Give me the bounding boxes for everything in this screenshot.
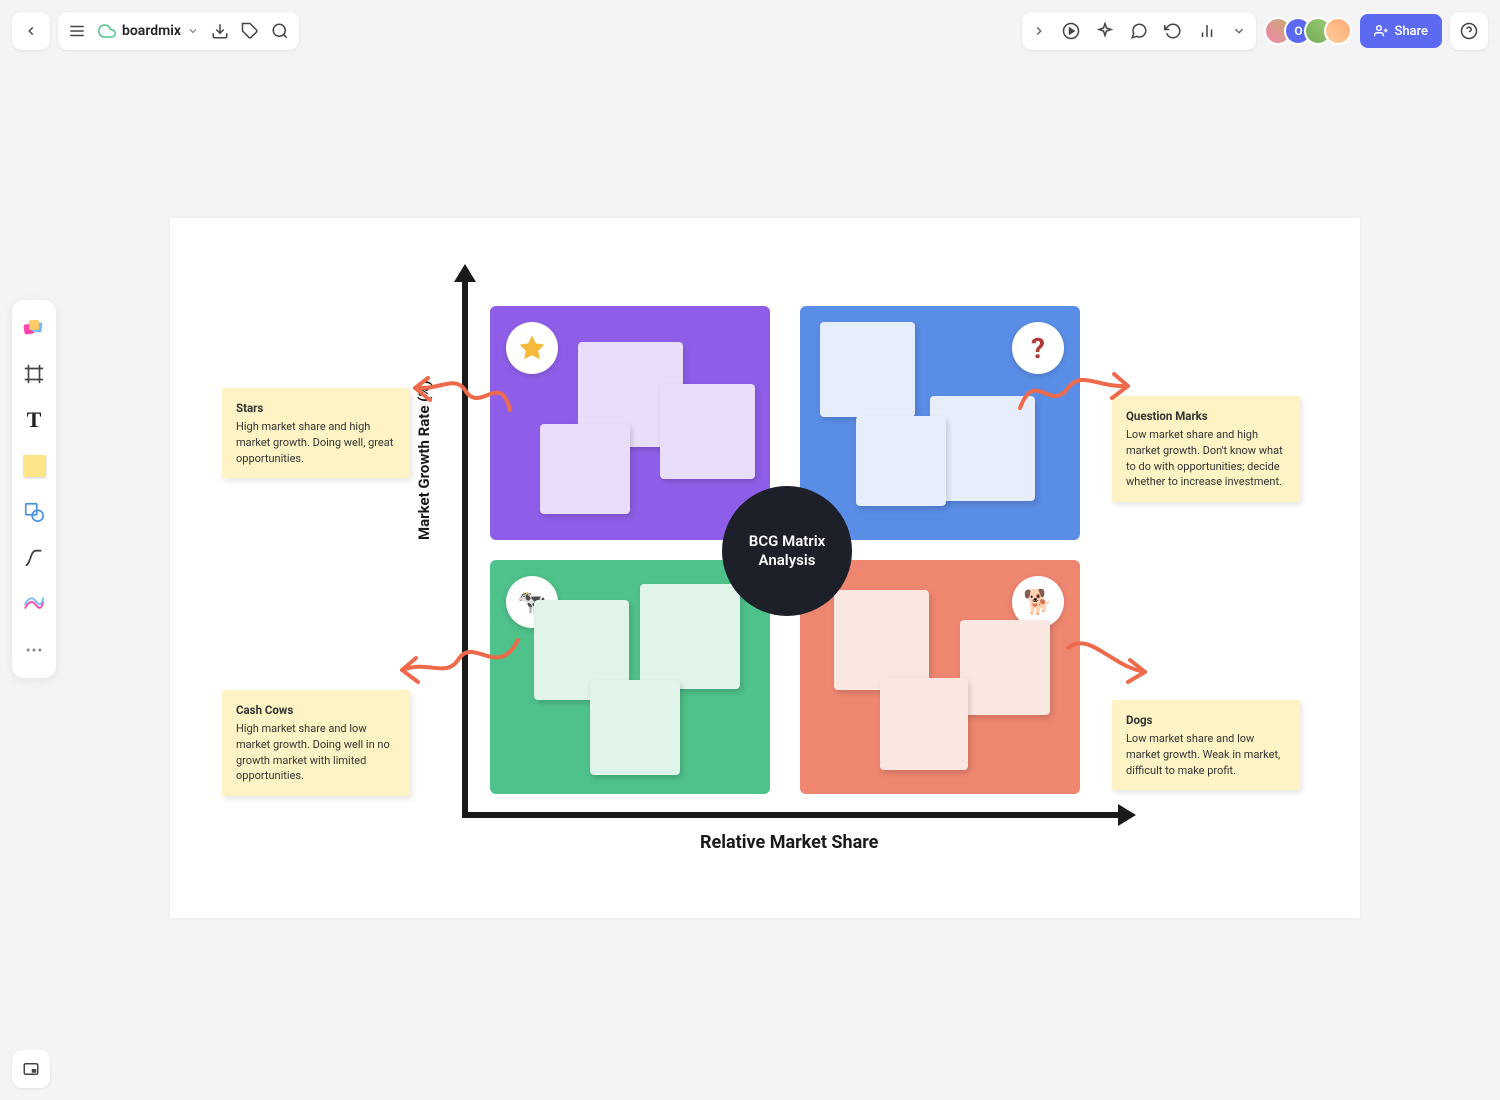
tool-pen[interactable] [18,588,50,620]
back-button[interactable] [12,12,50,50]
sticky-note[interactable] [660,384,755,479]
annotation-question-marks[interactable]: Question Marks Low market share and high… [1112,396,1300,502]
topbar-right-group [1022,12,1256,50]
brand[interactable]: boardmix [98,22,199,40]
share-button[interactable]: Share [1360,14,1442,48]
app-name: boardmix [122,23,181,39]
download-button[interactable] [211,22,229,40]
tool-shape[interactable] [18,496,50,528]
avatar[interactable] [1324,17,1352,45]
x-axis-label: Relative Market Share [700,832,878,853]
topbar-right: O Share [1022,12,1488,50]
sticky-note[interactable] [590,680,680,775]
collaborator-avatars[interactable]: O [1264,17,1352,45]
minimap-button[interactable] [12,1050,50,1088]
topbar-main-group: boardmix [58,12,299,50]
sticky-note[interactable] [820,322,915,417]
sticky-note[interactable] [960,620,1050,715]
play-icon[interactable] [1062,22,1080,40]
center-title: BCG Matrix Analysis [722,486,852,616]
sticky-note[interactable] [640,584,740,689]
sticky-note[interactable] [540,424,630,514]
annotation-cash-cows[interactable]: Cash Cows High market share and low mark… [222,690,410,796]
history-icon[interactable] [1164,22,1182,40]
bottom-left [12,1050,50,1088]
tool-more[interactable] [18,634,50,666]
tool-sticky-note[interactable] [18,450,50,482]
sticky-note[interactable] [834,590,929,690]
star-icon [506,322,558,374]
share-label: Share [1394,24,1428,39]
quadrant-question-marks[interactable]: ? [800,306,1080,540]
tool-connector[interactable] [18,542,50,574]
question-icon: ? [1012,322,1064,374]
quadrant-stars[interactable] [490,306,770,540]
quadrant-cash-cows[interactable]: 🐄 [490,560,770,794]
help-button[interactable] [1450,12,1488,50]
annotation-title: Stars [236,400,396,417]
y-axis [462,278,468,812]
search-button[interactable] [271,22,289,40]
annotation-dogs[interactable]: Dogs Low market share and low market gro… [1112,700,1300,790]
chevron-down-icon[interactable] [1232,24,1246,38]
chevron-down-icon [187,25,199,37]
annotation-desc: High market share and high market growth… [236,420,393,465]
tag-button[interactable] [241,22,259,40]
sparkle-icon[interactable] [1096,22,1114,40]
quadrant-dogs[interactable]: 🐕 [800,560,1080,794]
comment-icon[interactable] [1130,22,1148,40]
topbar-left: boardmix [12,12,299,50]
tool-frame[interactable] [18,358,50,390]
sticky-note[interactable] [856,416,946,506]
annotation-title: Question Marks [1126,408,1286,425]
menu-button[interactable] [68,22,86,40]
annotation-stars[interactable]: Stars High market share and high market … [222,388,410,478]
left-toolbar: T [12,300,56,678]
tool-text[interactable]: T [18,404,50,436]
chart-icon[interactable] [1198,22,1216,40]
chevron-right-icon[interactable] [1032,24,1046,38]
annotation-desc: Low market share and high market growth.… [1126,428,1283,489]
cloud-icon [98,22,116,40]
annotation-title: Cash Cows [236,702,396,719]
sticky-note[interactable] [880,678,968,770]
x-axis [462,812,1122,818]
annotation-desc: High market share and low market growth.… [236,722,390,783]
annotation-desc: Low market share and low market growth. … [1126,732,1280,777]
annotation-title: Dogs [1126,712,1286,729]
person-plus-icon [1374,24,1388,38]
tool-templates[interactable] [18,312,50,344]
y-axis-label: Market Growth Rate (%) [415,380,433,540]
